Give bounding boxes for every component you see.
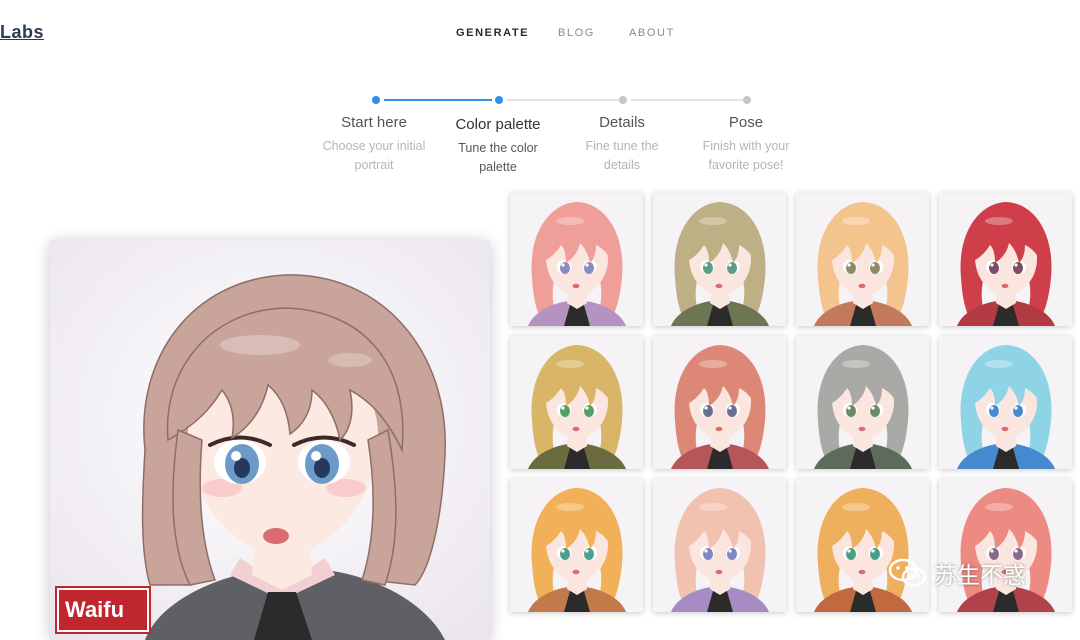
main-portrait xyxy=(50,240,490,640)
step-dot-pose[interactable] xyxy=(743,96,751,104)
variant-tile-5[interactable] xyxy=(510,336,643,469)
step-dot-start[interactable] xyxy=(372,96,380,104)
step-title: Start here xyxy=(341,114,407,131)
waifu-badge: Waifu xyxy=(57,588,149,632)
variant-portrait xyxy=(653,193,786,326)
watermark: 苏生不惑 xyxy=(888,556,1026,590)
variant-tile-12[interactable] xyxy=(939,479,1072,612)
variant-tile-1[interactable] xyxy=(510,193,643,326)
nav-blog[interactable]: BLOG xyxy=(558,27,595,39)
step-title: Details xyxy=(599,114,645,131)
step-title: Color palette xyxy=(455,116,541,133)
step-description: Choose your initial portrait xyxy=(322,139,426,172)
variant-portrait xyxy=(653,336,786,469)
variant-tile-4[interactable] xyxy=(939,193,1072,326)
wechat-icon xyxy=(888,558,927,587)
variant-portrait xyxy=(510,479,643,612)
variant-portrait xyxy=(796,479,929,612)
variant-tile-7[interactable] xyxy=(796,336,929,469)
variant-tile-8[interactable] xyxy=(939,336,1072,469)
nav-about[interactable]: ABOUT xyxy=(629,27,675,39)
step-connector-2 xyxy=(507,99,619,101)
variant-tile-11[interactable] xyxy=(796,479,929,612)
variant-portrait xyxy=(939,193,1072,326)
variant-portrait xyxy=(653,479,786,612)
variant-portrait xyxy=(939,479,1072,612)
main-portrait-illustration xyxy=(50,240,490,640)
variant-tile-3[interactable] xyxy=(796,193,929,326)
step-description: Tune the color palette xyxy=(458,141,538,174)
variant-portrait xyxy=(796,336,929,469)
step-description: Finish with your favorite pose! xyxy=(702,139,790,172)
step-title: Pose xyxy=(728,114,764,131)
step-dot-details[interactable] xyxy=(619,96,627,104)
step-color-palette[interactable]: Color palette Tune the color palette xyxy=(433,116,563,177)
nav-generate[interactable]: GENERATE xyxy=(456,27,529,39)
step-connector-1 xyxy=(384,99,492,101)
variant-portrait xyxy=(939,336,1072,469)
step-dot-color[interactable] xyxy=(495,96,503,104)
step-connector-3 xyxy=(631,99,743,101)
step-pose[interactable]: Pose Finish with your favorite pose! xyxy=(681,114,811,175)
variant-tile-6[interactable] xyxy=(653,336,786,469)
variant-tile-9[interactable] xyxy=(510,479,643,612)
watermark-text: 苏生不惑 xyxy=(934,562,1026,588)
stepper: Start here Choose your initial portrait … xyxy=(0,92,1080,182)
variant-portrait xyxy=(510,193,643,326)
variant-portrait xyxy=(510,336,643,469)
variant-tile-2[interactable] xyxy=(653,193,786,326)
variant-portrait xyxy=(796,193,929,326)
step-start-here[interactable]: Start here Choose your initial portrait xyxy=(309,114,439,175)
step-details[interactable]: Details Fine tune the details xyxy=(557,114,687,175)
step-description: Fine tune the details xyxy=(585,139,659,172)
variant-tile-10[interactable] xyxy=(653,479,786,612)
top-nav: GENERATE BLOG ABOUT xyxy=(0,27,1080,47)
